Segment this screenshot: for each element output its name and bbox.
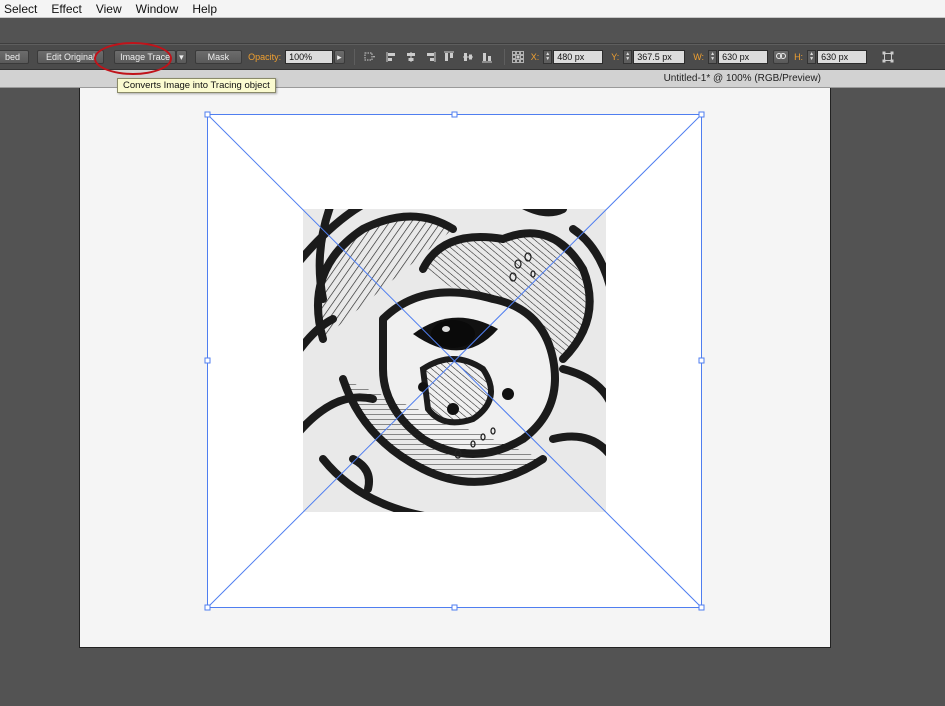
opacity-dropdown[interactable]: ▸	[334, 50, 345, 64]
link-icon	[776, 51, 787, 63]
y-input[interactable]: 367.5 px	[633, 50, 686, 64]
placed-image[interactable]	[303, 209, 606, 512]
height-label: H:	[794, 52, 804, 62]
embed-button[interactable]: bed	[0, 50, 30, 64]
align-center-vertical-icon[interactable]	[461, 50, 475, 64]
align-left-icon[interactable]	[385, 50, 399, 64]
reference-point-icon[interactable]	[510, 50, 526, 64]
width-label: W:	[693, 52, 705, 62]
menu-help[interactable]: Help	[186, 2, 225, 16]
transform-icon[interactable]	[881, 50, 895, 64]
menu-effect[interactable]: Effect	[45, 2, 89, 16]
menu-bar: Select Effect View Window Help	[0, 0, 945, 18]
align-center-horizontal-icon[interactable]	[404, 50, 418, 64]
align-to-icon[interactable]	[360, 50, 380, 64]
mask-button[interactable]: Mask	[194, 50, 243, 64]
y-label: Y:	[611, 52, 620, 62]
menu-window[interactable]: Window	[130, 2, 187, 16]
document-title: Untitled-1* @ 100% (RGB/Preview)	[663, 73, 821, 84]
x-stepper[interactable]: ▲ ▼	[543, 50, 553, 64]
constrain-proportions-button[interactable]	[773, 50, 790, 64]
align-bottom-icon[interactable]	[480, 50, 494, 64]
highlight-circle	[94, 42, 172, 75]
y-stepper[interactable]: ▲ ▼	[623, 50, 633, 64]
align-top-icon[interactable]	[442, 50, 456, 64]
align-right-icon[interactable]	[423, 50, 437, 64]
chevron-right-icon: ▸	[337, 52, 342, 62]
height-input[interactable]: 630 px	[817, 50, 868, 64]
tooltip: Converts Image into Tracing object	[117, 78, 276, 93]
divider	[353, 49, 355, 65]
width-input[interactable]: 630 px	[718, 50, 769, 64]
height-stepper[interactable]: ▲ ▼	[807, 50, 817, 64]
opacity-label: Opacity:	[248, 52, 282, 62]
menu-view[interactable]: View	[90, 2, 130, 16]
opacity-input[interactable]: 100%	[285, 50, 334, 64]
menu-select[interactable]: Select	[0, 2, 45, 16]
flower-eye-illustration	[303, 209, 606, 512]
chevron-down-icon: ▾	[179, 52, 184, 62]
image-trace-dropdown[interactable]: ▾	[176, 50, 187, 64]
x-label: X:	[530, 52, 540, 62]
width-stepper[interactable]: ▲ ▼	[708, 50, 718, 64]
x-input[interactable]: 480 px	[553, 50, 604, 64]
application-bar	[0, 18, 945, 44]
divider	[503, 49, 505, 65]
